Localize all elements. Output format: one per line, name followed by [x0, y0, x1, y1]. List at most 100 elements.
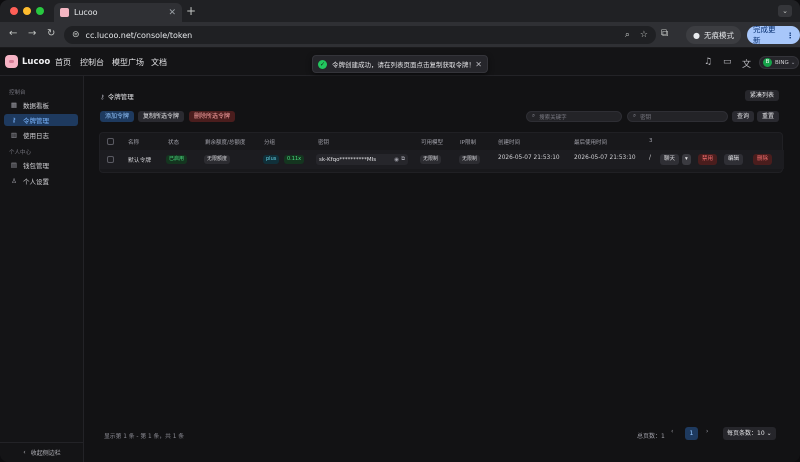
- query-button[interactable]: 查询: [732, 111, 755, 122]
- sidebar-item-label: 使用日志: [23, 132, 49, 140]
- delete-selected-button[interactable]: 删除所选令牌: [189, 111, 236, 122]
- nav-docs[interactable]: 文档: [151, 57, 167, 68]
- token-name: 默认令牌: [128, 158, 152, 164]
- status-badge: 已启用: [166, 155, 188, 164]
- back-icon[interactable]: ←: [9, 28, 17, 39]
- reset-button[interactable]: 重置: [757, 111, 780, 122]
- nav-console[interactable]: 控制台: [80, 57, 104, 68]
- incognito-indicator[interactable]: ● 无痕模式: [686, 26, 741, 44]
- header-ip: IP限制: [460, 140, 476, 146]
- page-button-current[interactable]: 1: [685, 427, 698, 440]
- sidebar-item-settings[interactable]: ♙ 个人设置: [4, 175, 78, 187]
- delete-button[interactable]: 删除: [753, 154, 773, 165]
- close-window-button[interactable]: [10, 7, 18, 15]
- nav-model-square[interactable]: 模型广场: [112, 57, 144, 68]
- key-icon: ⚷: [11, 116, 17, 124]
- url-text: cc.lucoo.net/console/token: [85, 30, 193, 40]
- reload-icon[interactable]: ↻: [47, 28, 55, 39]
- models-badge: 无限制: [420, 155, 442, 164]
- sidebar-item-tokens[interactable]: ⚷ 令牌管理: [4, 114, 78, 126]
- incognito-label: 无痕模式: [703, 30, 734, 40]
- user-name: BING: [775, 59, 789, 66]
- zoom-icon[interactable]: ⌕: [625, 30, 630, 40]
- user-menu[interactable]: B BING ⌄: [759, 56, 800, 69]
- header-quota: 剩余额度/总额度: [205, 140, 246, 146]
- sidebar-item-label: 令牌管理: [23, 117, 49, 125]
- toast-close-icon[interactable]: ✕: [475, 60, 482, 69]
- page-title: ⚷ 令牌管理: [100, 91, 134, 101]
- site-info-icon[interactable]: ⊜: [72, 30, 80, 40]
- main-content: ⚷ 令牌管理 紧凑列表 添加令牌 复制所选令牌 删除所选令牌 ⌕ 搜索关键字 ⌕ …: [84, 76, 800, 462]
- edit-button[interactable]: 编辑: [724, 154, 744, 165]
- header-models: 可用模型: [421, 140, 444, 146]
- search-icon: ⌕: [532, 113, 536, 119]
- created-time: 2026-05-07 21:53:10: [498, 155, 560, 161]
- bell-icon[interactable]: ♫: [704, 57, 712, 67]
- keyword-search-input[interactable]: ⌕ 搜索关键字: [526, 111, 622, 122]
- add-token-button[interactable]: 添加令牌: [100, 111, 135, 122]
- sidebar-item-logs[interactable]: ▥ 使用日志: [4, 129, 78, 141]
- bar-chart-icon: ▥: [10, 131, 18, 139]
- total-pages: 总页数：1: [637, 433, 665, 440]
- header-status: 状态: [168, 140, 180, 146]
- minimize-window-button[interactable]: [23, 7, 31, 15]
- sidebar-item-label: 钱包管理: [23, 162, 49, 170]
- disable-button[interactable]: 禁用: [698, 154, 718, 165]
- sidebar-item-wallet[interactable]: ▤ 钱包管理: [4, 159, 78, 171]
- bookmark-star-icon[interactable]: ☆: [640, 30, 648, 40]
- tab-title: Lucoo: [74, 8, 98, 17]
- token-key-text: sk-Kfqo**********MIs: [319, 156, 377, 163]
- header-truncated: 3: [649, 138, 653, 144]
- check-circle-icon: ✓: [318, 59, 327, 69]
- wallet-icon: ▤: [10, 161, 18, 169]
- quota-badge: 无限额度: [204, 155, 231, 164]
- token-table: 名称 状态 剩余额度/总额度 分组 密钥 可用模型 IP限制 创建时间 最后使用…: [99, 132, 784, 173]
- header-created: 创建时间: [498, 140, 521, 146]
- language-icon[interactable]: 文: [742, 57, 751, 70]
- toast-message: 令牌创建成功，请在列表页面点击复制获取令牌！: [332, 61, 475, 69]
- sidebar-item-label: 个人设置: [23, 178, 49, 186]
- browser-tab[interactable]: Lucoo ✕: [54, 3, 182, 22]
- sidebar-item-dashboard[interactable]: ▦ 数据看板: [4, 99, 78, 111]
- chat-dropdown-button[interactable]: ▾: [682, 154, 691, 165]
- prev-page-icon[interactable]: ‹: [671, 428, 673, 435]
- update-button[interactable]: 完成更新 ⋮: [747, 25, 800, 45]
- select-all-checkbox[interactable]: [107, 138, 114, 145]
- new-tab-button[interactable]: +: [186, 4, 196, 18]
- incognito-icon: ●: [693, 30, 700, 40]
- extensions-icon[interactable]: ⧉: [661, 28, 668, 39]
- last-used-time: 2026-05-07 21:53:10: [574, 155, 636, 161]
- maximize-window-button[interactable]: [36, 7, 44, 15]
- brand-name[interactable]: Lucoo: [22, 57, 50, 67]
- more-menu-icon[interactable]: ⋮: [787, 31, 795, 40]
- search-icon: ⌕: [633, 113, 637, 119]
- page-title-text: 令牌管理: [107, 93, 134, 101]
- eye-icon[interactable]: ◉: [394, 157, 399, 163]
- user-icon: ♙: [11, 177, 17, 185]
- header-key: 密钥: [318, 140, 330, 146]
- header-group: 分组: [264, 140, 276, 146]
- favicon-icon: [60, 8, 69, 17]
- tab-strip: Lucoo ✕ + ⌄: [0, 0, 800, 22]
- page-size-select[interactable]: 每页条数：10 ⌄: [723, 427, 776, 440]
- address-bar[interactable]: ⊜ cc.lucoo.net/console/token ⌕ ☆: [64, 26, 656, 44]
- monitor-icon[interactable]: ▭: [723, 57, 732, 67]
- forward-icon[interactable]: →: [28, 28, 36, 39]
- nav-home[interactable]: 首页: [55, 57, 71, 68]
- header-name: 名称: [128, 140, 140, 146]
- compact-list-button[interactable]: 紧凑列表: [745, 90, 780, 101]
- tab-search-button[interactable]: ⌄: [778, 5, 792, 17]
- chat-button[interactable]: 聊天: [660, 154, 680, 165]
- next-page-icon[interactable]: ›: [706, 428, 708, 435]
- row-checkbox[interactable]: [107, 156, 114, 163]
- copy-icon[interactable]: ⧉: [401, 156, 405, 163]
- close-tab-icon[interactable]: ✕: [168, 8, 176, 18]
- chevron-left-icon: ‹: [23, 449, 26, 456]
- chart-icon: ▦: [10, 101, 18, 109]
- avatar: B: [763, 58, 772, 67]
- logo-icon[interactable]: [5, 55, 18, 68]
- copy-selected-button[interactable]: 复制所选令牌: [138, 111, 185, 122]
- collapse-sidebar-button[interactable]: ‹ 收起侧边栏: [0, 442, 84, 462]
- sidebar: 控制台 ▦ 数据看板 ⚷ 令牌管理 ▥ 使用日志 个人中心 ▤ 钱包管理 ♙ 个…: [0, 76, 84, 462]
- key-search-input[interactable]: ⌕ 密钥: [627, 111, 728, 122]
